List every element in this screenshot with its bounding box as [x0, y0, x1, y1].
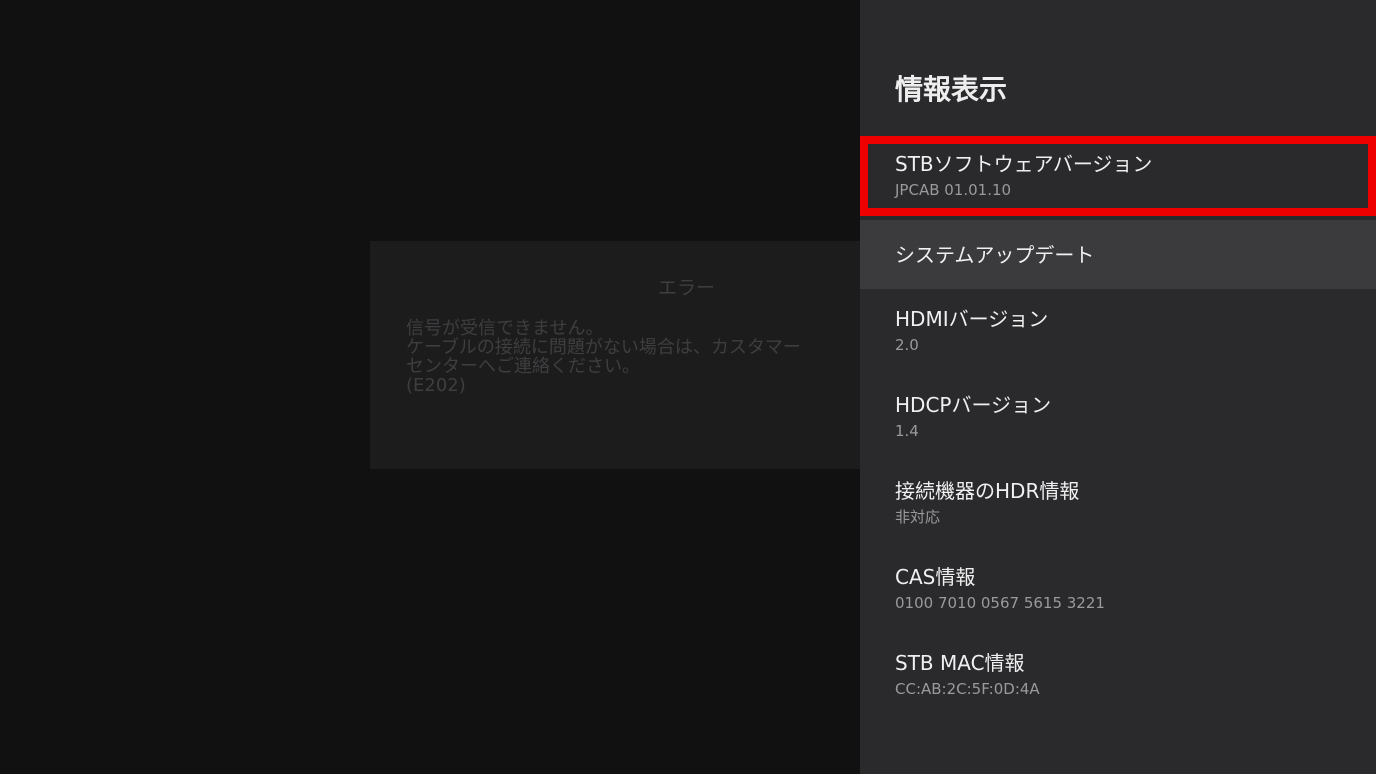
- tv-screen: エラー 信号が受信できません。 ケーブルの接続に問題がない場合は、カスタマー セ…: [0, 0, 1376, 774]
- menu-item-stb-mac[interactable]: STB MAC情報 CC:AB:2C:5F:0D:4A: [860, 651, 1376, 709]
- menu-item-value: 2.0: [895, 336, 919, 354]
- error-code: (E202): [406, 375, 466, 396]
- menu-item-label: HDCPバージョン: [895, 393, 1052, 417]
- menu-item-label: CAS情報: [895, 565, 976, 589]
- menu-item-label: STBソフトウェアバージョン: [895, 152, 1153, 176]
- menu-item-label: 接続機器のHDR情報: [895, 479, 1080, 503]
- menu-item-label: HDMIバージョン: [895, 307, 1049, 331]
- menu-item-hdmi-version[interactable]: HDMIバージョン 2.0: [860, 307, 1376, 365]
- error-title: エラー: [658, 277, 716, 299]
- error-message-line: 信号が受信できません。: [406, 318, 604, 339]
- panel-title: 情報表示: [895, 73, 1008, 106]
- info-side-panel: 情報表示 STBソフトウェアバージョン JPCAB 01.01.10 システムア…: [860, 0, 1376, 774]
- error-dialog: エラー 信号が受信できません。 ケーブルの接続に問題がない場合は、カスタマー セ…: [370, 241, 860, 469]
- error-message-line: センターへご連絡ください。: [406, 356, 640, 377]
- error-message: 信号が受信できません。 ケーブルの接続に問題がない場合は、カスタマー センターへ…: [406, 319, 801, 395]
- menu-item-value: 0100 7010 0567 5615 3221: [895, 594, 1105, 612]
- menu-item-stb-software-version[interactable]: STBソフトウェアバージョン JPCAB 01.01.10: [860, 152, 1376, 210]
- menu-item-label: STB MAC情報: [895, 651, 1025, 675]
- menu-item-value: JPCAB 01.01.10: [895, 181, 1012, 199]
- menu-item-value: CC:AB:2C:5F:0D:4A: [895, 680, 1040, 698]
- menu-item-value: 非対応: [895, 508, 941, 526]
- menu-item-value: 1.4: [895, 422, 919, 440]
- menu-item-system-update[interactable]: システムアップデート: [860, 220, 1376, 289]
- menu-item-cas-info[interactable]: CAS情報 0100 7010 0567 5615 3221: [860, 565, 1376, 623]
- menu-item-hdr-info[interactable]: 接続機器のHDR情報 非対応: [860, 479, 1376, 537]
- menu-item-hdcp-version[interactable]: HDCPバージョン 1.4: [860, 393, 1376, 451]
- menu-item-label: システムアップデート: [895, 243, 1095, 267]
- error-message-line: ケーブルの接続に問題がない場合は、カスタマー: [406, 337, 801, 358]
